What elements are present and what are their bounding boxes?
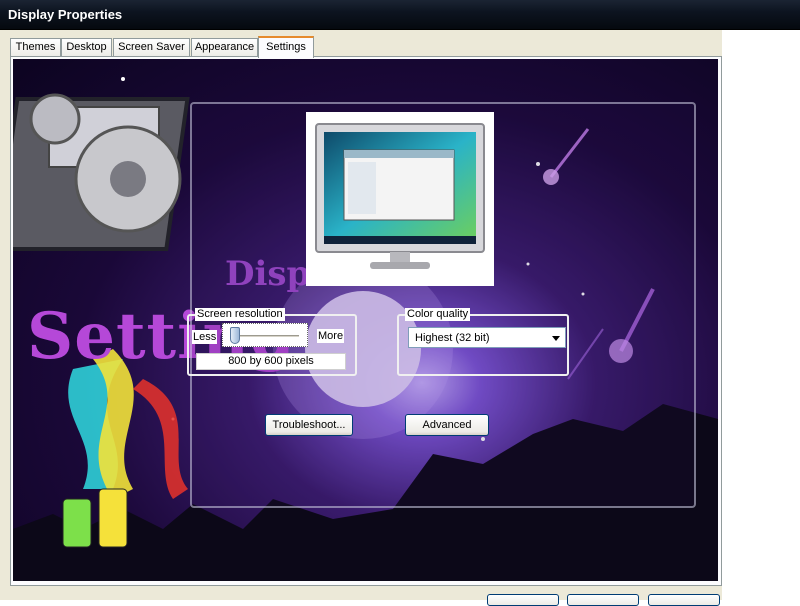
resolution-slider[interactable]: [222, 323, 308, 347]
tab-desktop[interactable]: Desktop: [61, 38, 112, 57]
advanced-button[interactable]: Advanced: [405, 414, 489, 436]
monitor-preview: [306, 112, 494, 286]
color-quality-legend: Color quality: [405, 308, 471, 321]
cancel-button-partial[interactable]: [567, 594, 639, 606]
slider-track: [231, 335, 299, 338]
ok-button-partial[interactable]: [487, 594, 559, 606]
monitor-icon: [315, 123, 485, 269]
troubleshoot-button[interactable]: Troubleshoot...: [265, 414, 353, 436]
slider-thumb[interactable]: [230, 327, 240, 344]
slider-less-label: Less: [192, 330, 218, 344]
color-quality-select[interactable]: Highest (32 bit): [408, 327, 566, 348]
tab-screen-saver[interactable]: Screen Saver: [113, 38, 190, 57]
tab-themes[interactable]: Themes: [10, 38, 61, 57]
color-quality-value: Highest (32 bit): [415, 332, 490, 344]
apply-button-partial[interactable]: [648, 594, 720, 606]
paint-bottle-icon: [62, 349, 188, 548]
screen-resolution-legend: Screen resolution: [195, 308, 285, 321]
title-bar[interactable]: Display Properties: [0, 0, 800, 30]
chevron-down-icon[interactable]: [552, 336, 560, 341]
tab-settings[interactable]: Settings: [258, 36, 314, 58]
slider-more-label: More: [317, 329, 345, 343]
right-background: [722, 30, 800, 600]
tab-appearance[interactable]: Appearance: [191, 38, 258, 57]
window-title: Display Properties: [8, 7, 123, 22]
gear-icon: [13, 93, 190, 251]
resolution-value: 800 by 600 pixels: [196, 353, 346, 370]
